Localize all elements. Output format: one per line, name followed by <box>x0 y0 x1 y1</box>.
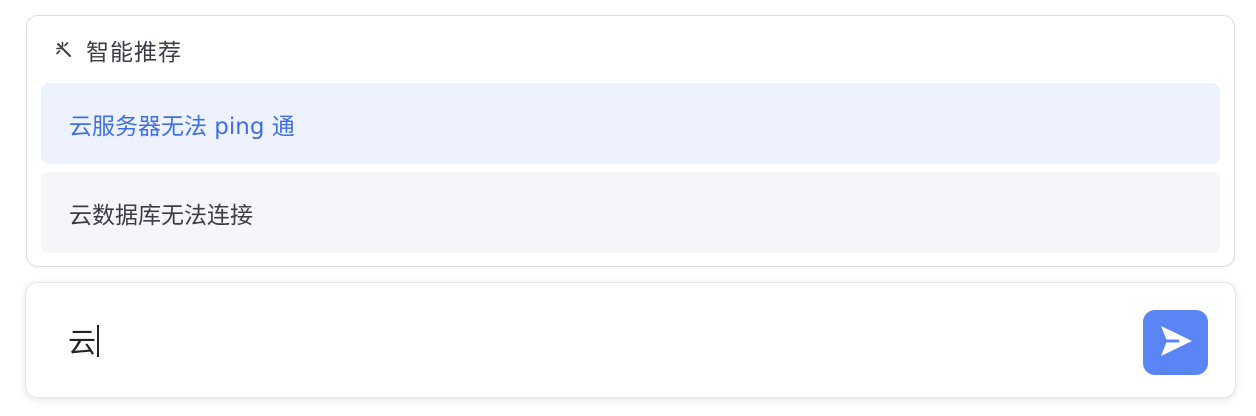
suggestion-item-label: 云数据库无法连接 <box>69 202 253 229</box>
chat-input-field[interactable]: 云 <box>68 319 1108 363</box>
suggestion-item-cloud-server-ping[interactable]: 云服务器无法 ping 通 <box>41 83 1220 164</box>
suggestion-item-label: 云服务器无法 ping 通 <box>69 113 295 140</box>
text-caret <box>97 325 100 357</box>
suggestion-title: 智能推荐 <box>86 40 182 66</box>
suggestion-panel: 智能推荐 云服务器无法 ping 通 云数据库无法连接 <box>26 15 1235 267</box>
send-icon <box>1156 321 1196 365</box>
suggestion-item-cloud-database-connect[interactable]: 云数据库无法连接 <box>41 172 1220 253</box>
chat-input-text: 云 <box>68 326 97 359</box>
suggestion-header: 智能推荐 <box>54 34 182 66</box>
send-button[interactable] <box>1143 310 1208 375</box>
chat-input-bar: 云 <box>25 282 1236 398</box>
magic-wand-icon <box>54 40 74 60</box>
